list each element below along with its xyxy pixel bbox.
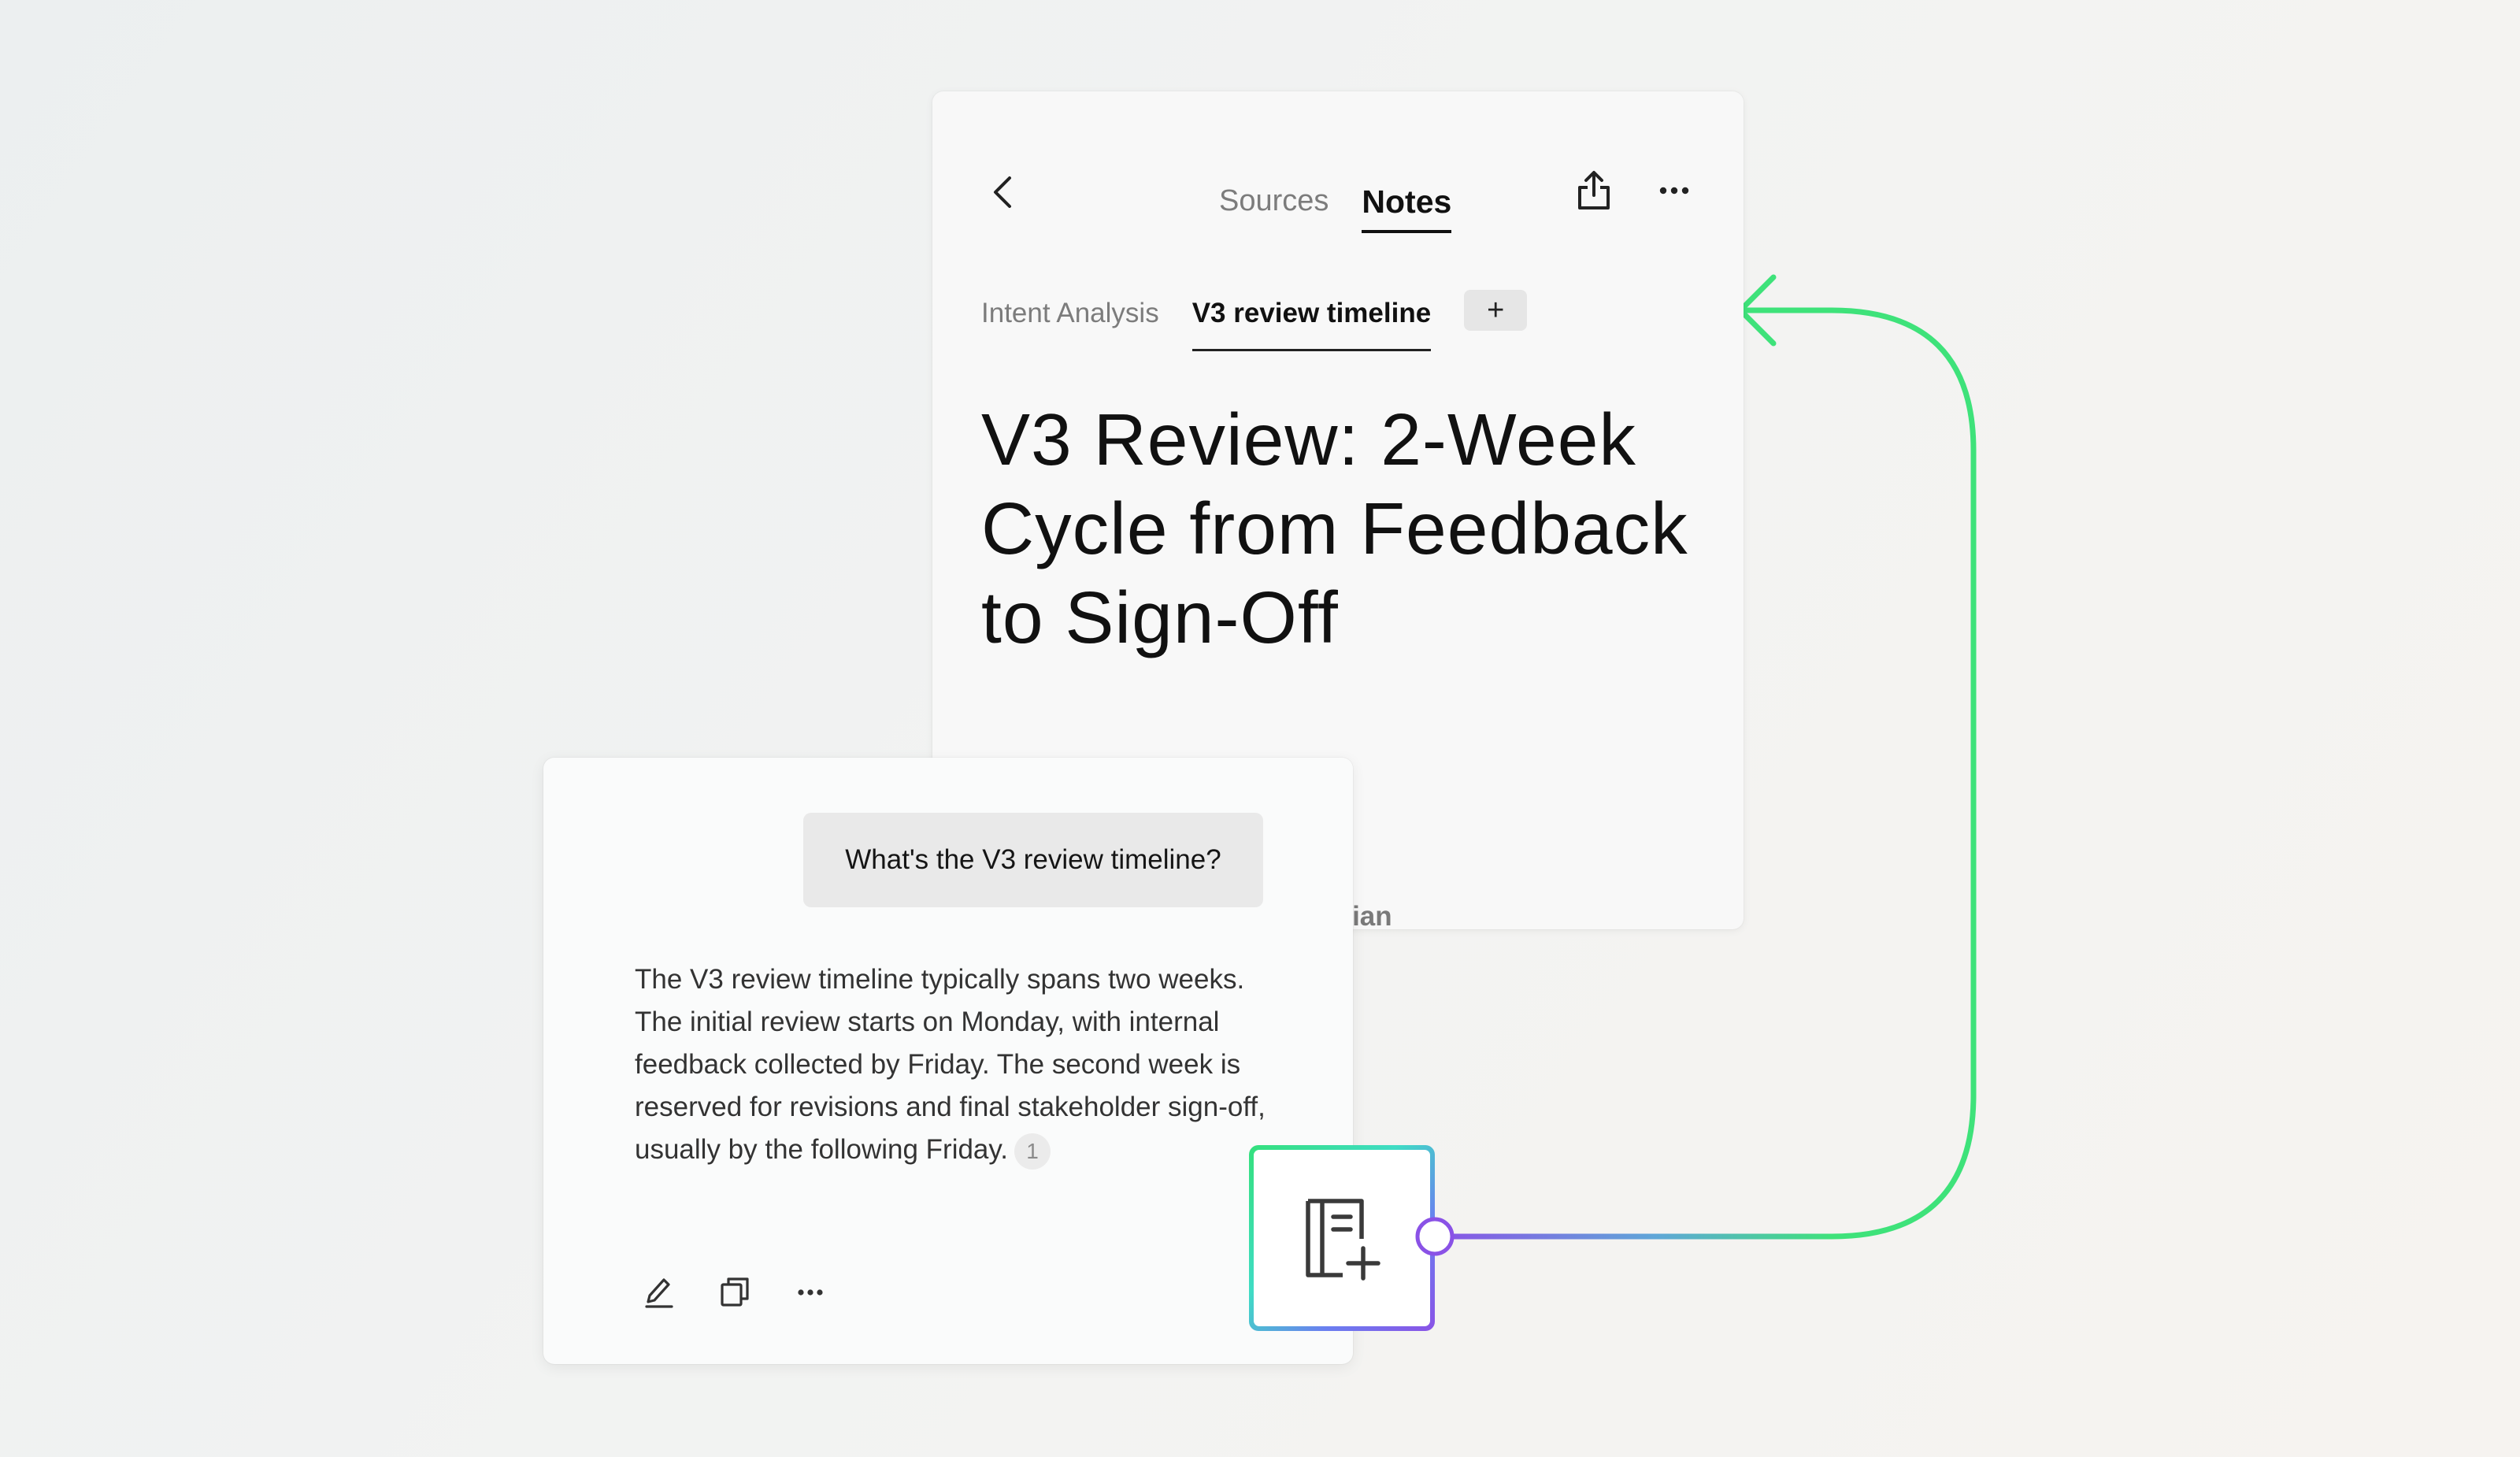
connector-line-curve [1742, 307, 1977, 1240]
user-message: What's the V3 review timeline? [803, 813, 1263, 907]
chevron-left-icon [994, 176, 1011, 208]
pencil-icon [645, 1278, 673, 1308]
assistant-answer: The V3 review timeline typically spans t… [635, 958, 1280, 1171]
top-tabs: Sources Notes [1219, 170, 1452, 236]
tab-notes[interactable]: Notes [1362, 170, 1452, 233]
add-note-tab-button[interactable]: + [1464, 290, 1528, 331]
more-horizontal-icon [798, 1289, 823, 1296]
arrow-head [1737, 274, 1777, 347]
share-icon [1578, 171, 1610, 209]
answer-actions [635, 1268, 835, 1317]
more-horizontal-icon [1659, 187, 1689, 195]
back-button[interactable] [978, 167, 1028, 217]
tab-sources[interactable]: Sources [1219, 170, 1329, 236]
note-add-icon [1306, 1199, 1380, 1281]
note-title: V3 Review: 2-Week Cycle from Feedback to… [981, 399, 1688, 658]
note-tab-v3-review-timeline[interactable]: V3 review timeline [1191, 288, 1432, 351]
assistant-answer-text: The V3 review timeline typically spans t… [635, 964, 1266, 1165]
note-tab-intent-analysis[interactable]: Intent Analysis [981, 288, 1159, 351]
add-to-note-button[interactable] [1249, 1145, 1435, 1331]
copy-button[interactable] [710, 1268, 759, 1317]
add-to-note-button-face [1254, 1150, 1430, 1326]
note-tabs: Intent Analysis V3 review timeline + [981, 288, 1528, 351]
more-options-button[interactable] [1649, 165, 1699, 216]
edit-button[interactable] [635, 1268, 684, 1317]
citation-badge[interactable]: 1 [1014, 1133, 1051, 1170]
copy-icon [721, 1277, 749, 1307]
share-button[interactable] [1569, 165, 1619, 216]
chat-card: What's the V3 review timeline? The V3 re… [543, 758, 1353, 1364]
more-actions-button[interactable] [786, 1268, 835, 1317]
